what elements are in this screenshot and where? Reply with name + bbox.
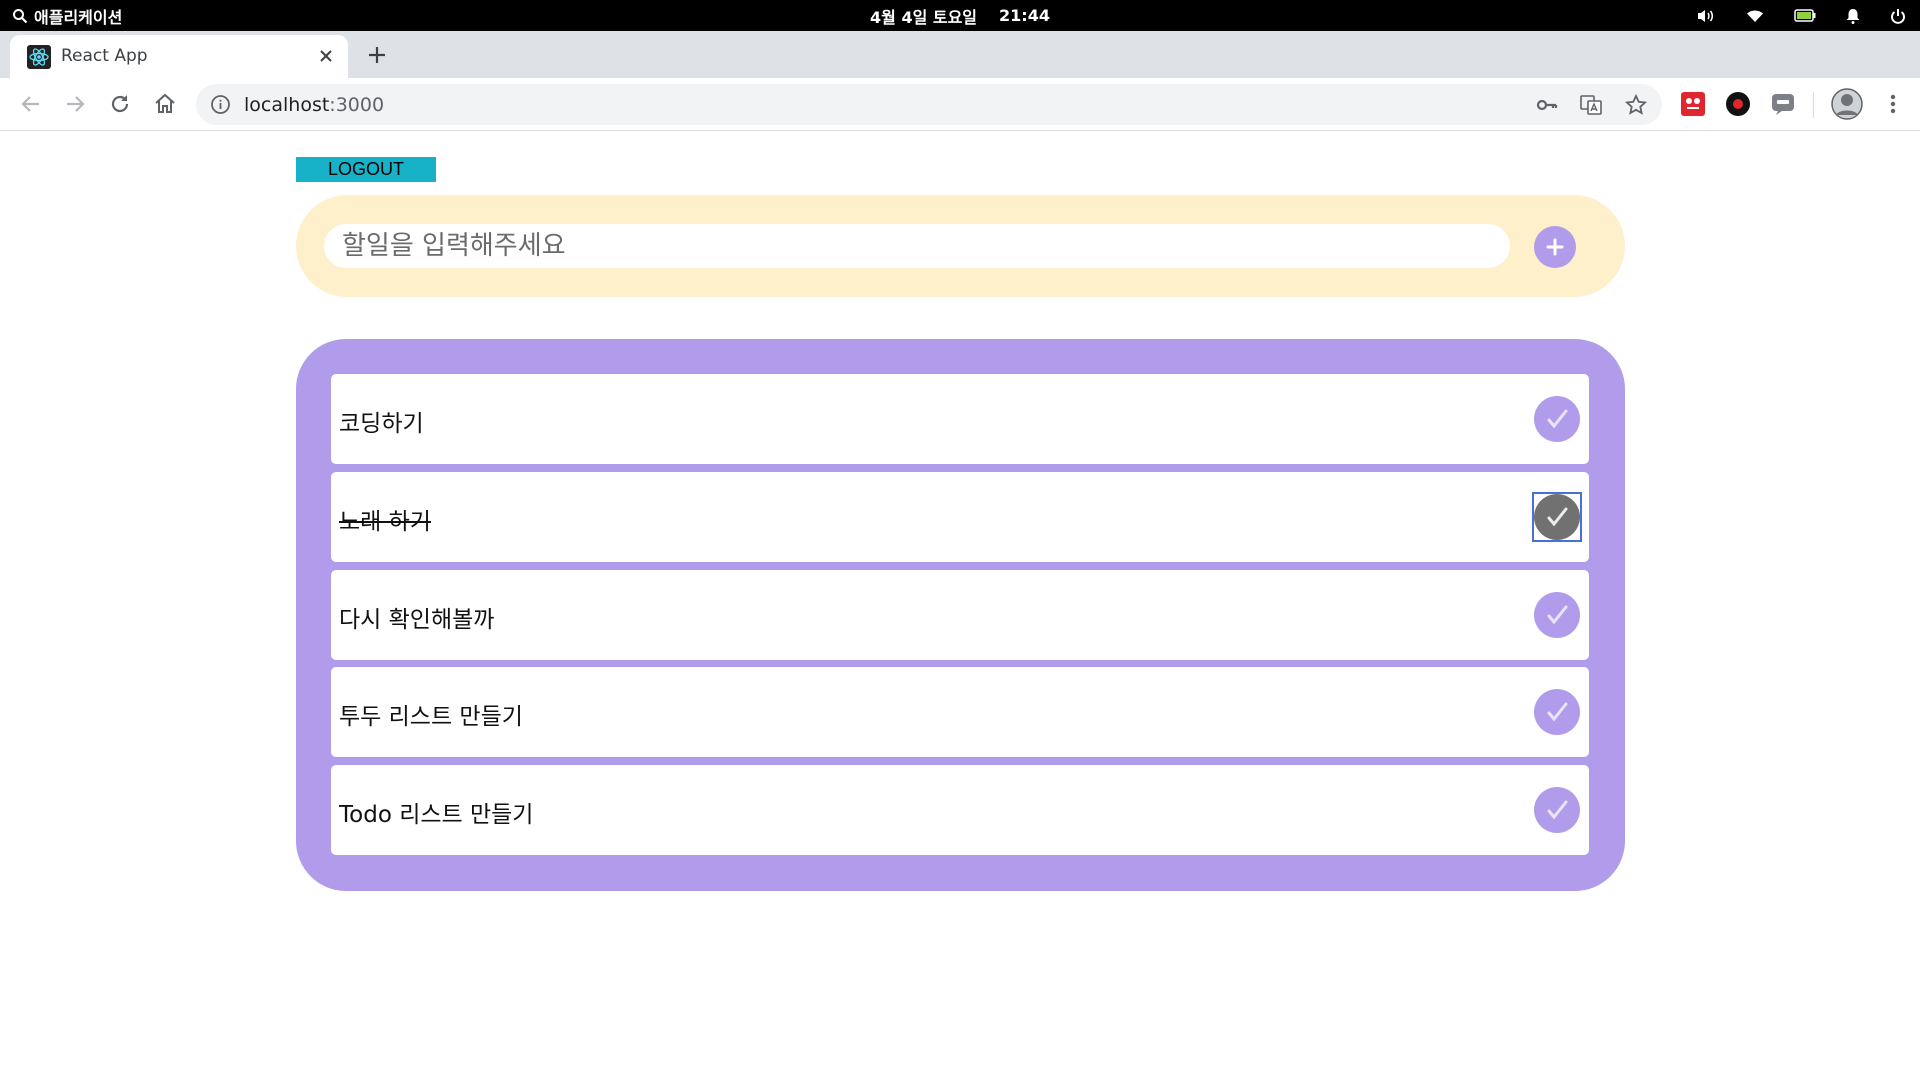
complete-toggle-button[interactable]: [1534, 396, 1580, 442]
complete-toggle-button[interactable]: [1534, 689, 1580, 735]
url-port: :3000: [329, 94, 385, 116]
todo-text: 노래 하기: [339, 509, 431, 535]
todo-list: 코딩하기 노래 하기 다시 확인해볼까 투두 리스트 만들기 Todo 리스트 …: [296, 339, 1625, 891]
extension-chat-icon[interactable]: [1770, 91, 1796, 117]
address-bar[interactable]: localhost:3000: [196, 84, 1662, 125]
system-top-bar: 애플리케이션 4월 4일 토요일 21:44: [0, 0, 1920, 31]
reload-icon[interactable]: [107, 91, 133, 117]
browser-tab-strip: React App: [0, 31, 1920, 78]
todo-form: [296, 195, 1625, 297]
todo-text: Todo 리스트 만들기: [339, 802, 534, 828]
todo-input[interactable]: [324, 224, 1510, 268]
time-text: 21:44: [999, 6, 1050, 25]
checkmark-icon: [1547, 409, 1568, 429]
battery-icon: [1794, 9, 1816, 22]
extension-record-icon[interactable]: [1725, 91, 1751, 117]
info-icon[interactable]: [210, 94, 231, 115]
todo-item: 노래 하기: [331, 472, 1589, 562]
todo-item: 코딩하기: [331, 374, 1589, 464]
checkmark-icon: [1547, 702, 1568, 722]
add-todo-button[interactable]: [1534, 226, 1576, 268]
extension-red-icon[interactable]: [1680, 91, 1706, 117]
volume-icon: [1696, 8, 1716, 24]
logout-button[interactable]: LOGOUT: [296, 157, 436, 182]
clock[interactable]: 4월 4일 토요일 21:44: [0, 0, 1920, 31]
system-tray[interactable]: [1696, 0, 1906, 31]
url-text: localhost:3000: [244, 94, 384, 116]
todo-item: 다시 확인해볼까: [331, 570, 1589, 660]
kebab-menu-icon[interactable]: [1880, 91, 1906, 117]
bell-icon: [1846, 8, 1860, 24]
new-tab-icon[interactable]: [365, 43, 389, 67]
avatar[interactable]: [1831, 88, 1863, 120]
todo-text: 다시 확인해볼까: [339, 607, 495, 633]
wifi-icon: [1746, 9, 1764, 23]
key-icon[interactable]: [1536, 94, 1558, 116]
browser-toolbar: localhost:3000: [0, 78, 1920, 131]
translate-icon[interactable]: [1580, 94, 1602, 116]
home-icon[interactable]: [152, 91, 178, 117]
toolbar-separator: [1813, 92, 1814, 118]
plus-icon: [1546, 238, 1564, 256]
complete-toggle-button[interactable]: [1534, 592, 1580, 638]
todo-text: 투두 리스트 만들기: [339, 704, 523, 730]
url-host: localhost: [244, 94, 330, 116]
todo-item: Todo 리스트 만들기: [331, 765, 1589, 855]
checkmark-icon: [1547, 800, 1568, 820]
star-icon[interactable]: [1624, 93, 1648, 116]
checkmark-icon: [1547, 507, 1568, 527]
close-icon[interactable]: [316, 46, 336, 66]
power-icon: [1890, 8, 1906, 24]
back-icon[interactable]: [18, 91, 44, 117]
tab-title: React App: [61, 46, 148, 66]
react-logo-icon: [27, 45, 51, 69]
date-text: 4월 4일 토요일: [870, 7, 978, 27]
complete-toggle-button[interactable]: [1534, 787, 1580, 833]
forward-icon[interactable]: [62, 91, 88, 117]
checkmark-icon: [1547, 605, 1568, 625]
todo-text: 코딩하기: [339, 411, 424, 437]
tab-react-app[interactable]: React App: [10, 35, 348, 78]
complete-toggle-button[interactable]: [1534, 494, 1580, 540]
todo-item: 투두 리스트 만들기: [331, 667, 1589, 757]
